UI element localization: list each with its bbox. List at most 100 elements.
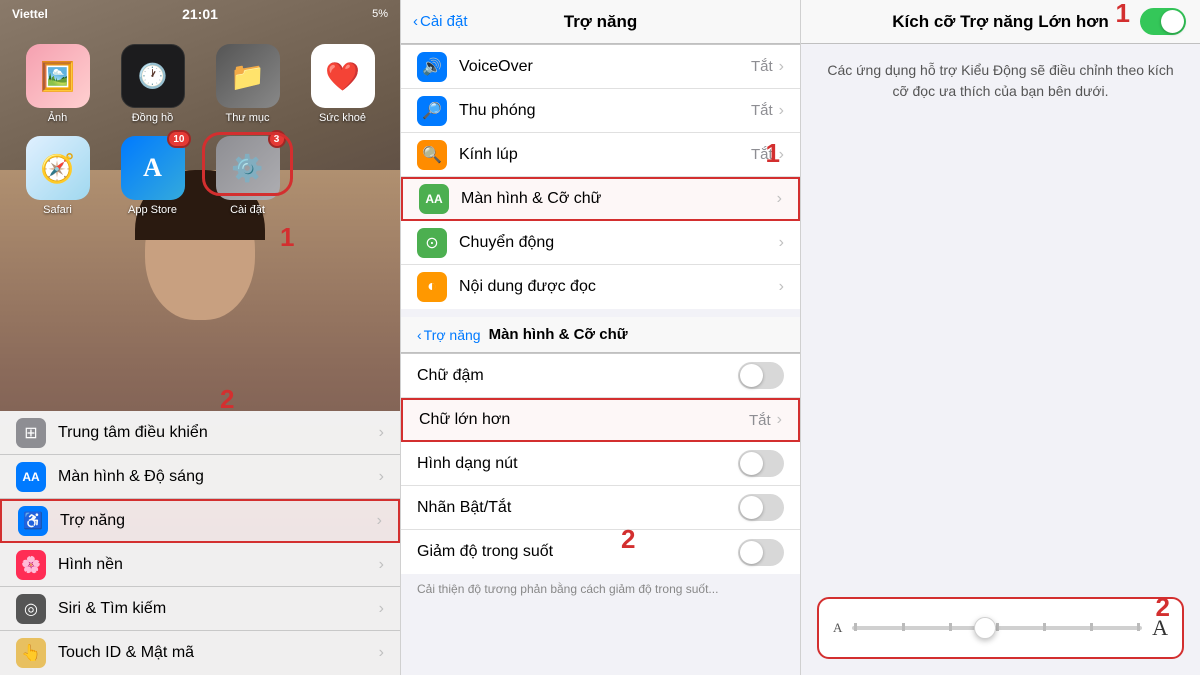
siri-arrow: › [379, 600, 384, 618]
toggle-green-track [1140, 8, 1186, 35]
control-icon: ⊞ [16, 418, 46, 448]
noi-dung-label: Nội dung được đọc [459, 278, 779, 296]
sub-item-nhan-bat-tat[interactable]: Nhãn Bật/Tắt [401, 486, 800, 530]
empty-slot [301, 136, 365, 216]
zoom-value: Tắt [751, 102, 773, 119]
font-slider-row: A A [833, 615, 1168, 641]
tro-nang-arrow: › [377, 512, 382, 530]
photos-icon: 🖼️ [40, 60, 75, 93]
appstore-icon: A [143, 153, 162, 183]
settings-item-wallpaper[interactable]: 🌸 Hình nền › [0, 543, 400, 587]
step2-home: 2 [220, 384, 234, 415]
app-health[interactable]: ❤️ Sức khoẻ [301, 44, 384, 124]
app-clock[interactable]: 🕐 Đồng hồ [111, 44, 194, 124]
display-arrow: › [379, 468, 384, 486]
zoom-label: Thu phóng [459, 102, 751, 120]
back-to-cai-dat[interactable]: ‹ Cài đặt [413, 13, 468, 30]
touchid-arrow: › [379, 644, 384, 662]
nhan-toggle[interactable] [738, 494, 784, 521]
chu-lon-label: Chữ lớn hơn [419, 411, 749, 429]
more-hint: Cải thiện độ tương phản bằng cách giảm đ… [401, 574, 800, 604]
app-clock-label: Đồng hồ [132, 112, 174, 124]
sub-item-chu-lon[interactable]: Chữ lớn hơn Tắt › [401, 398, 800, 442]
touchid-label: Touch ID & Mật mã [58, 644, 379, 662]
siri-icon: ◎ [16, 594, 46, 624]
zoom-arrow: › [779, 102, 784, 120]
menu-item-chuyen-dong[interactable]: ⊙ Chuyển động › [401, 221, 800, 265]
step1-right: 1 [1116, 0, 1130, 29]
voiceover-arrow: › [779, 58, 784, 76]
spacer [801, 118, 1200, 581]
chu-dam-toggle[interactable] [738, 362, 784, 389]
back-to-tro-nang[interactable]: ‹ Trợ năng [417, 327, 481, 343]
tro-nang-panel: ‹ Cài đặt Trợ năng 🔊 VoiceOver Tắt › 🔎 T… [400, 0, 800, 675]
wallpaper-arrow: › [379, 556, 384, 574]
display-icon: AA [16, 462, 46, 492]
magnifier-icon: 🔍 [417, 140, 447, 170]
settings-item-siri[interactable]: ◎ Siri & Tìm kiếm › [0, 587, 400, 631]
hinh-dang-toggle[interactable] [738, 450, 784, 477]
font-size-thumb[interactable] [974, 617, 996, 639]
step2-tro-nang: 2 [621, 524, 635, 555]
right-description: Các ứng dụng hỗ trợ Kiểu Động sẽ điều ch… [801, 44, 1200, 118]
magnifier-label: Kính lúp [459, 146, 751, 164]
app-photos[interactable]: 🖼️ Ảnh [16, 44, 99, 124]
menu-item-noi-dung[interactable]: ◐ Nội dung được đọc › [401, 265, 800, 309]
toggle-green-thumb [1161, 10, 1184, 33]
back-crumb-label: Trợ năng [424, 327, 481, 343]
menu-item-zoom[interactable]: 🔎 Thu phóng Tắt › [401, 89, 800, 133]
sub-item-hinh-dang[interactable]: Hình dạng nút [401, 442, 800, 486]
man-hinh-sub-navbar: ‹ Trợ năng Màn hình & Cỡ chữ [401, 317, 800, 353]
man-hinh-arrow: › [777, 190, 782, 208]
settings-item-display[interactable]: AA Màn hình & Độ sáng › [0, 455, 400, 499]
chu-lon-value: Tắt [749, 412, 771, 429]
display-label: Màn hình & Độ sáng [58, 468, 379, 486]
carrier-label: Viettel [12, 7, 48, 21]
settings-icon: ⚙️ [231, 153, 263, 184]
back-label: Cài đặt [420, 13, 468, 30]
sub-item-giam-do[interactable]: Giảm độ trong suốt [401, 530, 800, 574]
safari-icon: 🧭 [40, 152, 75, 185]
menu-item-voiceover[interactable]: 🔊 VoiceOver Tắt › [401, 45, 800, 89]
app-appstore[interactable]: A 10 App Store [111, 136, 194, 216]
man-hinh-icon: AA [419, 184, 449, 214]
accessibility-size-toggle[interactable] [1140, 8, 1186, 35]
settings-item-touchid[interactable]: 👆 Touch ID & Mật mã › [0, 631, 400, 675]
folder-icon: 📁 [230, 60, 265, 93]
control-arrow: › [379, 424, 384, 442]
voiceover-label: VoiceOver [459, 58, 751, 76]
chu-dam-label: Chữ đậm [417, 367, 738, 385]
app-health-label: Sức khoẻ [319, 112, 366, 124]
noi-dung-arrow: › [779, 278, 784, 296]
app-settings-label: Cài đặt [230, 204, 265, 216]
tro-nang-icon: ♿ [18, 506, 48, 536]
settings-item-tro-nang[interactable]: ♿ Trợ năng › [0, 499, 400, 543]
app-safari-label: Safari [43, 204, 72, 216]
chuyen-dong-icon: ⊙ [417, 228, 447, 258]
app-folder-label: Thư mục [225, 112, 269, 124]
sub-item-chu-dam[interactable]: Chữ đậm [401, 354, 800, 398]
right-title: Kích cỡ Trợ năng Lớn hơn [892, 12, 1108, 32]
app-settings[interactable]: ⚙️ 3 Cài đặt [206, 136, 289, 216]
menu-item-man-hinh[interactable]: AA Màn hình & Cỡ chữ › [401, 177, 800, 221]
giam-do-toggle[interactable] [738, 539, 784, 566]
app-folder[interactable]: 📁 Thư mục [206, 44, 289, 124]
battery-label: 5% [372, 8, 388, 20]
app-safari[interactable]: 🧭 Safari [16, 136, 99, 216]
health-icon: ❤️ [325, 60, 360, 93]
giam-do-thumb [740, 541, 763, 564]
clock-icon: 🕐 [138, 62, 168, 91]
font-size-track[interactable] [852, 626, 1142, 630]
step1-home: 1 [280, 222, 294, 253]
menu-item-magnifier[interactable]: 🔍 Kính lúp Tắt › [401, 133, 800, 177]
chuyen-dong-arrow: › [779, 234, 784, 252]
nhan-thumb [740, 496, 763, 519]
tro-nang-title: Trợ năng [564, 12, 637, 32]
wallpaper-icon: 🌸 [16, 550, 46, 580]
settings-item-control[interactable]: ⊞ Trung tâm điều khiển › [0, 411, 400, 455]
appstore-badge: 10 [167, 130, 190, 148]
control-label: Trung tâm điều khiển [58, 424, 379, 442]
touchid-icon: 👆 [16, 638, 46, 668]
back-chevron-icon: ‹ [413, 13, 418, 30]
right-panel: Kích cỡ Trợ năng Lớn hơn 1 Các ứng dụng … [800, 0, 1200, 675]
